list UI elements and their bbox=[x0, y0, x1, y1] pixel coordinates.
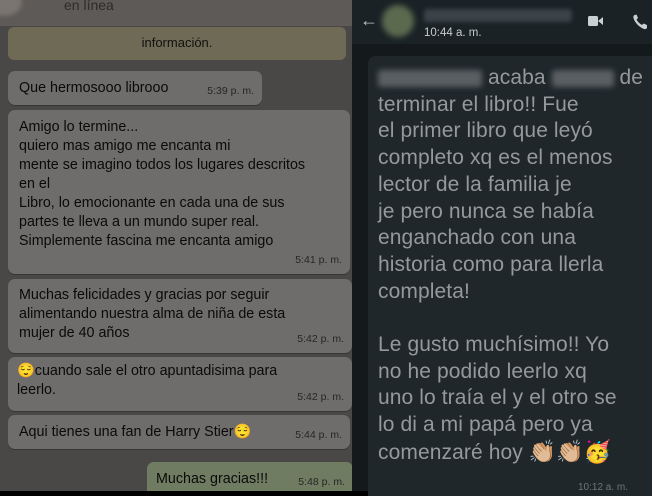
message-time: 5:39 p. m. bbox=[207, 85, 254, 97]
message-text: 😌cuando sale el otro apuntadisima para l… bbox=[17, 363, 278, 398]
contact-avatar[interactable] bbox=[0, 0, 22, 16]
chat-header: ← 10:44 a. m. bbox=[352, 0, 652, 44]
message-time: 10:12 a. m. bbox=[578, 482, 629, 493]
info-banner: información. bbox=[8, 27, 346, 60]
message-text: Aqui tienes una fan de Harry Stier😌 bbox=[19, 424, 252, 440]
clapping-party-emojis: 👏🏼👏🏼🥳 bbox=[528, 438, 612, 464]
message-first-line: acaba bbox=[487, 66, 546, 89]
video-camera-icon[interactable] bbox=[588, 15, 603, 27]
outgoing-message-bubble[interactable]: Muchas gracias!!! 5:48 p. m. bbox=[147, 462, 352, 491]
contact-name-redacted bbox=[424, 9, 572, 22]
message-bubble[interactable]: Que hermosooo librooo 5:39 p. m. bbox=[8, 71, 262, 105]
redacted-name bbox=[551, 69, 614, 87]
message-bubble[interactable]: Aqui tienes una fan de Harry Stier😌 5:44… bbox=[8, 415, 350, 449]
redacted-name bbox=[378, 69, 482, 87]
message-bubble[interactable]: 😌cuando sale el otro apuntadisima para l… bbox=[8, 357, 352, 411]
left-chat-screenshot: en línea información. Que hermosooo libr… bbox=[0, 0, 352, 491]
message-time: 5:42 p. m. bbox=[297, 391, 344, 403]
message-text: Muchas felicidades y gracias por seguir … bbox=[19, 287, 286, 341]
chat-header: en línea bbox=[0, 0, 352, 26]
message-text: Que hermosooo librooo bbox=[19, 80, 169, 96]
message-bubble[interactable]: Muchas felicidades y gracias por seguir … bbox=[8, 279, 352, 353]
message-text: acaba de terminar el libro!! Fue el prim… bbox=[378, 65, 652, 467]
message-time: 5:42 p. m. bbox=[297, 333, 344, 345]
arrow-left-icon[interactable]: ← bbox=[360, 10, 378, 31]
message-time: 5:48 p. m. bbox=[298, 476, 345, 488]
info-banner-text: información. bbox=[141, 35, 213, 50]
message-text: Muchas gracias!!! bbox=[156, 471, 269, 487]
message-time: 5:44 p. m. bbox=[295, 429, 342, 441]
phone-icon[interactable] bbox=[632, 13, 652, 31]
message-body: de terminar el libro!! Fue el primer lib… bbox=[378, 66, 644, 464]
message-time: 5:41 p. m. bbox=[295, 254, 342, 266]
message-bubble[interactable]: Amigo lo termine... quiero mas amigo me … bbox=[8, 110, 350, 274]
message-text: Amigo lo termine... quiero mas amigo me … bbox=[19, 119, 306, 249]
last-seen-time: 10:44 a. m. bbox=[424, 27, 482, 39]
contact-status: en línea bbox=[64, 0, 114, 13]
contact-avatar[interactable] bbox=[382, 5, 414, 37]
